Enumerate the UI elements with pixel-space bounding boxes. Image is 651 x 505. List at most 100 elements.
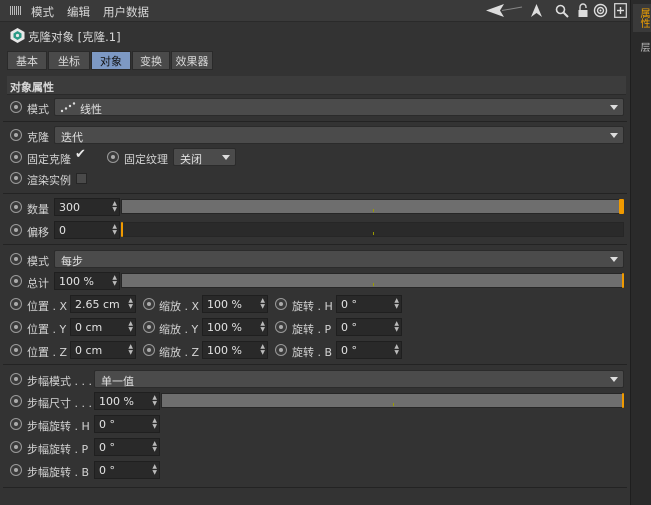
- scale-x-value: 100 %: [207, 298, 242, 311]
- step-mode-anim-radio[interactable]: [10, 373, 22, 385]
- mode-dropdown[interactable]: 线性: [54, 98, 624, 116]
- spinner-icon[interactable]: ▲ ▼: [112, 275, 117, 287]
- spinner-icon[interactable]: ▲ ▼: [152, 464, 157, 476]
- tab-object[interactable]: 对象: [91, 51, 131, 70]
- spinner-icon[interactable]: ▲ ▼: [260, 321, 265, 333]
- spinner-icon[interactable]: ▲ ▼: [128, 344, 133, 356]
- fix-texture-dropdown[interactable]: 关闭: [173, 148, 236, 166]
- pos-x-anim-radio[interactable]: [10, 298, 22, 310]
- slider-knob[interactable]: [622, 273, 624, 288]
- pos-z-field[interactable]: 0 cm ▲ ▼: [70, 341, 136, 359]
- count-field[interactable]: 300 ▲ ▼: [54, 198, 120, 216]
- rot-h-field[interactable]: 0 ° ▲ ▼: [336, 295, 402, 313]
- step-size-anim-radio[interactable]: [10, 395, 22, 407]
- offset-slider[interactable]: [121, 222, 624, 237]
- mode2-dropdown[interactable]: 每步: [54, 250, 624, 268]
- menu-edit[interactable]: 编辑: [67, 4, 90, 20]
- back-arrow-icon[interactable]: [484, 3, 524, 18]
- spinner-icon[interactable]: ▲ ▼: [394, 321, 399, 333]
- step-rot-h-field[interactable]: 0 ° ▲ ▼: [94, 415, 160, 433]
- slider-tick: [393, 403, 394, 406]
- render-instance-anim-radio[interactable]: [10, 172, 22, 184]
- lock-icon[interactable]: [575, 3, 590, 18]
- step-size-value: 100 %: [99, 395, 134, 408]
- tab-attributes[interactable]: 属性: [633, 4, 651, 32]
- spinner-icon[interactable]: ▲ ▼: [394, 344, 399, 356]
- tab-effectors[interactable]: 效果器: [171, 51, 213, 70]
- scale-x-anim-radio[interactable]: [143, 298, 155, 310]
- spinner-icon[interactable]: ▲ ▼: [260, 344, 265, 356]
- cursor-icon[interactable]: [529, 3, 544, 18]
- mode-anim-radio[interactable]: [10, 101, 22, 113]
- tab-coordinates[interactable]: 坐标: [48, 51, 90, 70]
- scale-x-field[interactable]: 100 % ▲ ▼: [202, 295, 268, 313]
- total-slider[interactable]: [121, 273, 624, 288]
- count-label: 数量: [27, 203, 49, 216]
- step-rot-p-field[interactable]: 0 ° ▲ ▼: [94, 438, 160, 456]
- step-rot-b-field[interactable]: 0 ° ▲ ▼: [94, 461, 160, 479]
- spinner-icon[interactable]: ▲ ▼: [152, 395, 157, 407]
- spinner-icon[interactable]: ▲ ▼: [128, 298, 133, 310]
- scale-z-anim-radio[interactable]: [143, 344, 155, 356]
- menu-mode[interactable]: 模式: [31, 4, 54, 20]
- divider: [3, 487, 627, 488]
- offset-field[interactable]: 0 ▲ ▼: [54, 221, 120, 239]
- fix-clone-anim-radio[interactable]: [10, 151, 22, 163]
- pos-z-anim-radio[interactable]: [10, 344, 22, 356]
- pos-x-label: 位置 . X: [27, 300, 68, 313]
- step-rot-b-anim-radio[interactable]: [10, 464, 22, 476]
- step-mode-dropdown[interactable]: 单一值: [94, 370, 624, 388]
- spinner-icon[interactable]: ▲ ▼: [152, 441, 157, 453]
- scale-y-field[interactable]: 100 % ▲ ▼: [202, 318, 268, 336]
- tab-transform[interactable]: 变换: [132, 51, 170, 70]
- step-size-slider[interactable]: [161, 393, 624, 408]
- pos-y-anim-radio[interactable]: [10, 321, 22, 333]
- step-rot-p-value: 0 °: [99, 441, 115, 454]
- step-rot-h-anim-radio[interactable]: [10, 418, 22, 430]
- step-size-field[interactable]: 100 % ▲ ▼: [94, 392, 160, 410]
- slider-tick: [373, 209, 374, 212]
- tab-basic[interactable]: 基本: [7, 51, 47, 70]
- spinner-icon[interactable]: ▲ ▼: [112, 201, 117, 213]
- fix-texture-label: 固定纹理: [124, 153, 168, 166]
- pos-x-field[interactable]: 2.65 cm ▲ ▼: [70, 295, 136, 313]
- spinner-icon[interactable]: ▲ ▼: [394, 298, 399, 310]
- rot-h-anim-radio[interactable]: [275, 298, 287, 310]
- offset-anim-radio[interactable]: [10, 224, 22, 236]
- spinner-icon[interactable]: ▲ ▼: [260, 298, 265, 310]
- scale-z-field[interactable]: 100 % ▲ ▼: [202, 341, 268, 359]
- rot-b-anim-radio[interactable]: [275, 344, 287, 356]
- spinner-icon[interactable]: ▲ ▼: [112, 224, 117, 236]
- spinner-icon[interactable]: ▲ ▼: [152, 418, 157, 430]
- rot-p-anim-radio[interactable]: [275, 321, 287, 333]
- slider-knob[interactable]: [121, 222, 123, 237]
- step-rot-p-anim-radio[interactable]: [10, 441, 22, 453]
- rot-h-value: 0 °: [341, 298, 357, 311]
- right-tab-strip: 属性 层: [630, 0, 651, 505]
- count-anim-radio[interactable]: [10, 201, 22, 213]
- total-anim-radio[interactable]: [10, 275, 22, 287]
- rot-p-field[interactable]: 0 ° ▲ ▼: [336, 318, 402, 336]
- fix-texture-anim-radio[interactable]: [107, 151, 119, 163]
- total-field[interactable]: 100 % ▲ ▼: [54, 272, 120, 290]
- mode2-label: 模式: [27, 255, 49, 268]
- pos-y-field[interactable]: 0 cm ▲ ▼: [70, 318, 136, 336]
- rot-b-field[interactable]: 0 ° ▲ ▼: [336, 341, 402, 359]
- grip-icon[interactable]: [8, 3, 23, 18]
- menu-user-data[interactable]: 用户数据: [103, 4, 149, 20]
- render-instance-checkbox[interactable]: [76, 173, 87, 184]
- tab-layers[interactable]: 层: [633, 36, 651, 58]
- rot-b-value: 0 °: [341, 344, 357, 357]
- target-icon[interactable]: [593, 3, 608, 18]
- fix-clone-checkbox[interactable]: ✔: [75, 147, 86, 162]
- slider-knob[interactable]: [619, 199, 624, 214]
- search-icon[interactable]: [554, 3, 569, 18]
- mode2-anim-radio[interactable]: [10, 253, 22, 265]
- count-slider[interactable]: [121, 199, 624, 214]
- scale-y-anim-radio[interactable]: [143, 321, 155, 333]
- slider-knob[interactable]: [622, 393, 624, 408]
- clone-anim-radio[interactable]: [10, 129, 22, 141]
- new-panel-icon[interactable]: [613, 3, 628, 18]
- spinner-icon[interactable]: ▲ ▼: [128, 321, 133, 333]
- clone-dropdown[interactable]: 迭代: [54, 126, 624, 144]
